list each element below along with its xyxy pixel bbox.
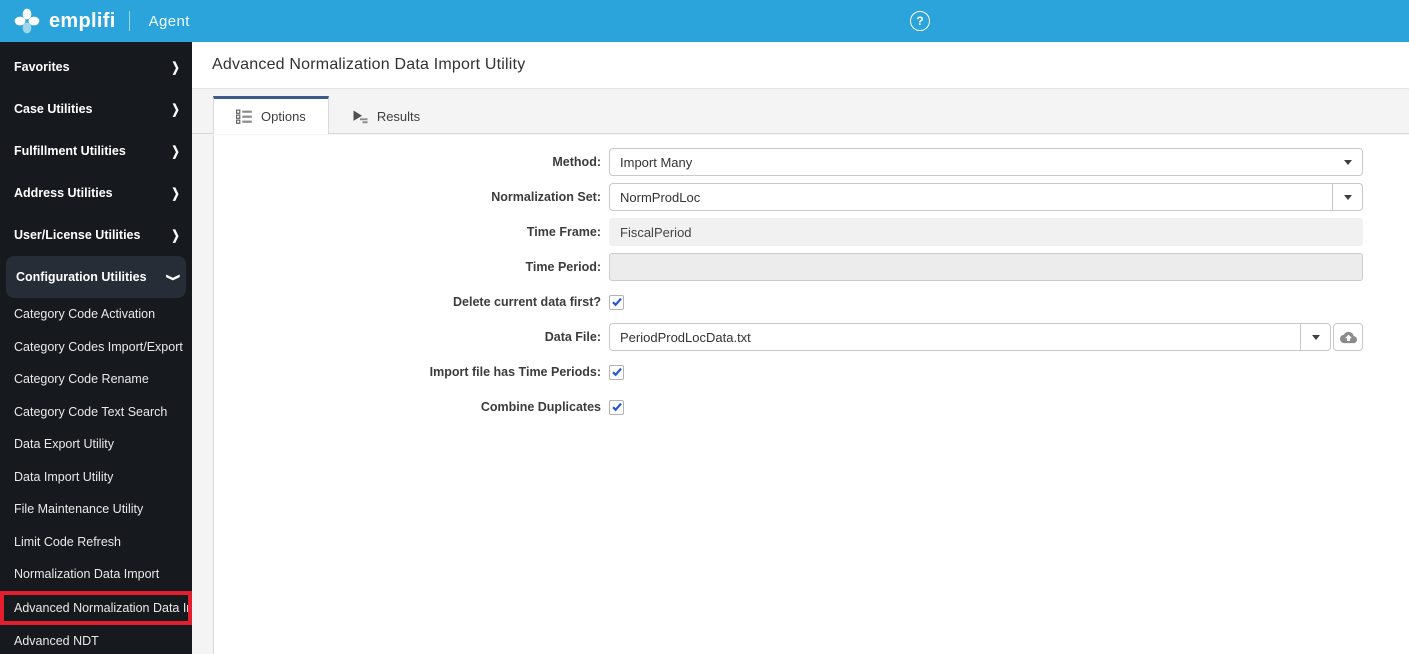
time-frame-row: Time Frame: FiscalPeriod xyxy=(214,218,1409,246)
sidebar-item-fulfillment-utilities[interactable]: Fulfillment Utilities ❯ xyxy=(0,130,192,172)
sidebar-subitem-advanced-normalization-data-import-utility[interactable]: Advanced Normalization Data Import Utili… xyxy=(0,590,192,625)
data-file-row: Data File: PeriodProdLocData.txt xyxy=(214,323,1409,351)
sidebar-item-label: Configuration Utilities xyxy=(16,270,147,284)
chevron-right-icon: ❯ xyxy=(171,102,180,117)
chevron-down-icon xyxy=(1311,334,1320,340)
sidebar-item-address-utilities[interactable]: Address Utilities ❯ xyxy=(0,172,192,214)
upload-file-button[interactable] xyxy=(1333,323,1363,351)
brand: emplifi Agent xyxy=(14,8,190,34)
import-has-time-periods-checkbox[interactable] xyxy=(609,364,624,380)
chevron-right-icon: ❯ xyxy=(171,60,180,75)
import-has-time-periods-row: Import file has Time Periods: xyxy=(214,358,1409,386)
sidebar-item-case-utilities[interactable]: Case Utilities ❯ xyxy=(0,88,192,130)
tab-results[interactable]: Results xyxy=(329,96,442,134)
tab-strip: Options Results xyxy=(192,89,1409,134)
sidebar-nav: Favorites ❯ Case Utilities ❯ Fulfillment Uti… xyxy=(0,42,192,654)
cloud-upload-icon xyxy=(1339,331,1357,343)
sidebar-item-label: Address Utilities xyxy=(14,186,113,200)
method-row: Method: Import Many xyxy=(214,148,1409,176)
sidebar-item-label: Fulfillment Utilities xyxy=(14,144,126,158)
method-label: Method: xyxy=(552,155,601,169)
method-select[interactable]: Import Many xyxy=(609,148,1363,176)
list-icon xyxy=(236,109,252,124)
chevron-down-icon: ❯ xyxy=(165,272,180,282)
time-period-field xyxy=(609,253,1363,281)
page-title: Advanced Normalization Data Import Utili… xyxy=(212,56,526,73)
data-file-value: PeriodProdLocData.txt xyxy=(620,329,751,345)
chevron-down-icon xyxy=(1343,194,1352,200)
time-period-label: Time Period: xyxy=(525,260,601,274)
data-file-combobox[interactable]: PeriodProdLocData.txt xyxy=(609,323,1331,351)
check-icon xyxy=(611,367,622,377)
run-results-icon xyxy=(353,110,368,124)
normalization-set-combobox[interactable]: NormProdLoc xyxy=(609,183,1363,211)
sidebar-item-favorites[interactable]: Favorites ❯ xyxy=(0,46,192,88)
normalization-set-label: Normalization Set: xyxy=(491,190,601,204)
delete-first-row: Delete current data first? xyxy=(214,288,1409,316)
sidebar-subitem-category-code-text-search[interactable]: Category Code Text Search xyxy=(0,396,192,429)
chevron-right-icon: ❯ xyxy=(171,186,180,201)
sidebar-subitem-file-maintenance-utility[interactable]: File Maintenance Utility xyxy=(0,493,192,526)
brand-name: emplifi xyxy=(49,9,116,32)
normalization-set-row: Normalization Set: NormProdLoc xyxy=(214,183,1409,211)
sidebar-item-label: Favorites xyxy=(14,60,70,74)
brand-product: Agent xyxy=(148,12,190,30)
delete-first-checkbox[interactable] xyxy=(609,294,624,310)
combine-duplicates-checkbox[interactable] xyxy=(609,399,624,415)
time-frame-field: FiscalPeriod xyxy=(609,218,1363,246)
data-file-dropdown-button[interactable] xyxy=(1300,324,1330,350)
options-tab-panel: Method: Import Many Normalization Set: N… xyxy=(213,135,1409,654)
tab-label: Results xyxy=(376,109,421,124)
time-frame-label: Time Frame: xyxy=(526,225,601,239)
normalization-set-value: NormProdLoc xyxy=(620,189,701,205)
normalization-set-dropdown-button[interactable] xyxy=(1332,184,1362,210)
sidebar-subitem-category-code-activation[interactable]: Category Code Activation xyxy=(0,298,192,331)
data-file-label: Data File: xyxy=(544,330,601,344)
brand-divider xyxy=(128,11,130,31)
sidebar-item-configuration-utilities[interactable]: Configuration Utilities ❯ xyxy=(6,256,186,298)
tab-label: Options xyxy=(261,109,306,124)
chevron-right-icon: ❯ xyxy=(171,144,180,159)
chevron-right-icon: ❯ xyxy=(171,228,180,243)
main-area: Advanced Normalization Data Import Utili… xyxy=(192,42,1409,654)
sidebar-subitem-limit-code-refresh[interactable]: Limit Code Refresh xyxy=(0,526,192,559)
check-icon xyxy=(611,402,622,412)
combine-duplicates-label: Combine Duplicates xyxy=(480,400,601,414)
title-bar: Advanced Normalization Data Import Utili… xyxy=(192,42,1409,89)
tab-options[interactable]: Options xyxy=(213,96,329,134)
sidebar-subitem-normalization-data-import[interactable]: Normalization Data Import xyxy=(0,558,192,591)
check-icon xyxy=(611,297,622,307)
help-icon[interactable]: ? xyxy=(910,11,930,31)
import-has-time-periods-label: Import file has Time Periods: xyxy=(429,365,601,379)
delete-first-label: Delete current data first? xyxy=(453,295,601,309)
sidebar-item-label: User/License Utilities xyxy=(14,228,141,242)
sidebar-subitem-category-codes-import-export[interactable]: Category Codes Import/Export xyxy=(0,331,192,364)
sidebar-subitem-data-export-utility[interactable]: Data Export Utility xyxy=(0,428,192,461)
chevron-down-icon xyxy=(1344,159,1352,165)
method-value: Import Many xyxy=(620,154,693,170)
sidebar-subitem-category-code-rename[interactable]: Category Code Rename xyxy=(0,363,192,396)
sidebar-subitem-data-import-utility[interactable]: Data Import Utility xyxy=(0,461,192,494)
time-period-row: Time Period: xyxy=(214,253,1409,281)
top-bar: emplifi Agent ? xyxy=(0,0,1409,42)
sidebar-item-label: Case Utilities xyxy=(14,102,93,116)
combine-duplicates-row: Combine Duplicates xyxy=(214,393,1409,421)
emplifi-logo-icon xyxy=(14,8,40,34)
sidebar-item-user-license-utilities[interactable]: User/License Utilities ❯ xyxy=(0,214,192,256)
sidebar-subitem-advanced-ndt[interactable]: Advanced NDT xyxy=(0,625,192,654)
